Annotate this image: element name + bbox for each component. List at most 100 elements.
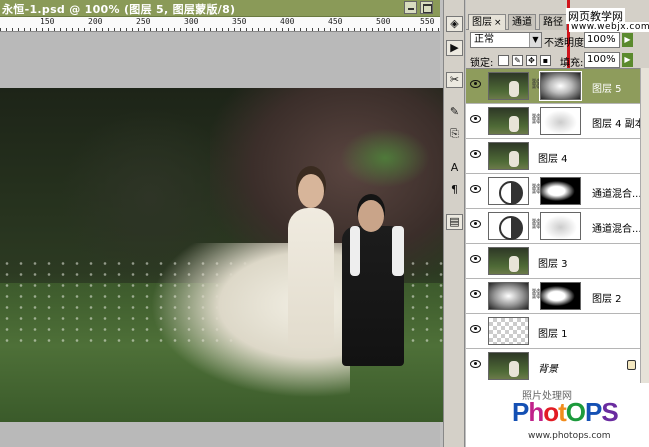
- character-icon[interactable]: A: [446, 160, 463, 176]
- layer-mask-thumbnail[interactable]: [540, 212, 581, 240]
- brushes-icon[interactable]: ✎: [446, 104, 463, 120]
- canvas-area[interactable]: [0, 32, 448, 447]
- ruler-tick: [0, 28, 1, 31]
- ruler-tick: [354, 28, 355, 31]
- layer-mask-thumbnail[interactable]: [540, 107, 581, 135]
- eye-icon[interactable]: [470, 220, 481, 228]
- opacity-input[interactable]: 100%: [584, 32, 620, 48]
- tab-channels-label: 通道: [512, 17, 532, 28]
- layer-row[interactable]: ⛓ 图层 4 副本: [466, 104, 649, 139]
- paragraph-icon[interactable]: ¶: [446, 182, 463, 198]
- ruler-tick: [186, 28, 187, 31]
- layer-name[interactable]: 通道混合...: [592, 220, 642, 235]
- channel-mixer-icon[interactable]: [488, 177, 529, 205]
- ruler-tick: [300, 28, 301, 31]
- layer-row[interactable]: ⛓ 通道混合...: [466, 209, 649, 244]
- minimize-button[interactable]: [404, 1, 417, 14]
- layer-name[interactable]: 图层 3: [538, 255, 568, 270]
- layer-name[interactable]: 通道混合...: [592, 185, 642, 200]
- tools-preset-icon[interactable]: ✂: [446, 72, 463, 88]
- lock-position-checkbox[interactable]: ✥: [526, 55, 537, 66]
- eye-icon[interactable]: [470, 185, 481, 193]
- eye-icon[interactable]: [470, 360, 481, 368]
- layer-row[interactable]: 背景: [466, 349, 649, 384]
- channel-mixer-icon[interactable]: [488, 212, 529, 240]
- layer-row[interactable]: ⛓ 通道混合...: [466, 174, 649, 209]
- logo-letter: t: [558, 397, 567, 427]
- eye-icon[interactable]: [470, 290, 481, 298]
- eye-icon[interactable]: [470, 115, 481, 123]
- wedding-photo[interactable]: [0, 88, 448, 422]
- logo-letter: O: [565, 397, 586, 427]
- ruler-tick: [198, 28, 199, 31]
- layer-row[interactable]: 图层 4: [466, 139, 649, 174]
- ruler-tick: [216, 28, 217, 31]
- layer-thumbnail[interactable]: [488, 352, 529, 380]
- tab-channels[interactable]: 通道: [508, 14, 536, 30]
- document-title-bar[interactable]: 永恒-1.psd @ 100% (图层 5, 图层蒙版/8): [0, 0, 440, 17]
- fill-label: 填充:: [560, 58, 584, 69]
- ruler-label: 500: [376, 17, 391, 26]
- ruler-tick: [18, 28, 19, 31]
- layer-name[interactable]: 图层 5: [592, 80, 622, 95]
- lock-label: 锁定:: [470, 58, 494, 69]
- ruler-tick: [252, 28, 253, 31]
- layer-name[interactable]: 图层 4: [538, 150, 568, 165]
- ruler-tick: [330, 28, 331, 31]
- ruler-tick: [150, 28, 151, 31]
- layer-thumbnail[interactable]: [488, 142, 529, 170]
- layer-comps-icon[interactable]: ▤: [446, 214, 463, 230]
- opacity-slider-button[interactable]: ▶: [622, 33, 633, 47]
- eye-icon[interactable]: [470, 325, 481, 333]
- layer-name[interactable]: 图层 4 副本: [592, 115, 645, 130]
- eye-icon[interactable]: [470, 255, 481, 263]
- ruler-tick: [174, 28, 175, 31]
- eye-icon[interactable]: [470, 80, 481, 88]
- ruler-tick: [384, 28, 385, 31]
- layer-mask-thumbnail[interactable]: [540, 282, 581, 310]
- lock-all-checkbox[interactable]: ▪: [540, 55, 551, 66]
- layer-name[interactable]: 图层 1: [538, 325, 568, 340]
- blend-mode-select[interactable]: 正常 ▼: [470, 32, 542, 48]
- ruler-tick: [324, 28, 325, 31]
- layer-name[interactable]: 背景: [538, 360, 558, 375]
- layer-thumbnail[interactable]: [488, 247, 529, 275]
- opacity-label: 不透明度:: [544, 38, 588, 49]
- branding-area: 照片处理网 PhotOPS www.photops.com: [466, 383, 649, 447]
- ruler-tick: [30, 28, 31, 31]
- layer-row[interactable]: 图层 3: [466, 244, 649, 279]
- lock-pixels-checkbox[interactable]: ✎: [512, 55, 523, 66]
- ruler-label: 250: [136, 17, 151, 26]
- ruler-tick: [294, 28, 295, 31]
- tab-paths[interactable]: 路径: [539, 14, 567, 30]
- ruler-tick: [246, 28, 247, 31]
- layer-mask-thumbnail[interactable]: [540, 177, 581, 205]
- layers-scrollbar[interactable]: [640, 68, 649, 383]
- ruler-tick: [276, 28, 277, 31]
- navigator-icon[interactable]: ◈: [446, 16, 463, 32]
- maximize-button[interactable]: [420, 1, 433, 14]
- fill-slider-button[interactable]: ▶: [622, 53, 633, 67]
- photoshop-window: 永恒-1.psd @ 100% (图层 5, 图层蒙版/8) 150 200 2…: [0, 0, 649, 447]
- layer-row[interactable]: ⛓ 图层 2: [466, 279, 649, 314]
- layer-mask-thumbnail[interactable]: [540, 72, 581, 100]
- layer-thumbnail[interactable]: [488, 317, 529, 345]
- close-tab-icon[interactable]: ×: [494, 18, 502, 28]
- layer-thumbnail[interactable]: [488, 107, 529, 135]
- layer-thumbnail[interactable]: [488, 72, 529, 100]
- ruler-tick: [426, 28, 427, 31]
- fill-input[interactable]: 100%: [584, 52, 620, 68]
- layer-row[interactable]: ⛓ 图层 5: [466, 69, 649, 104]
- layer-name[interactable]: 图层 2: [592, 290, 622, 305]
- tab-layers[interactable]: 图层 ×: [468, 14, 506, 30]
- layer-thumbnail[interactable]: [488, 282, 529, 310]
- layer-row[interactable]: 图层 1: [466, 314, 649, 349]
- clone-source-icon[interactable]: ⎘: [446, 126, 463, 142]
- logo-letter: P: [585, 397, 602, 427]
- lock-transparency-checkbox[interactable]: [498, 55, 509, 66]
- ruler-tick: [402, 28, 403, 31]
- ruler-label: 300: [184, 17, 199, 26]
- eye-icon[interactable]: [470, 150, 481, 158]
- ruler-tick: [180, 28, 181, 31]
- play-action-icon[interactable]: ▶: [446, 40, 463, 56]
